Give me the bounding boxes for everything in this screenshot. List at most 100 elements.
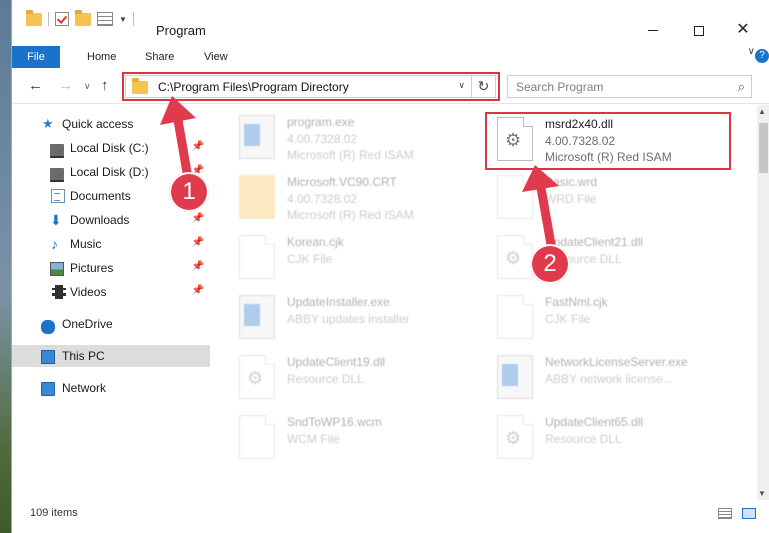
tab-share[interactable]: Share [145, 46, 174, 68]
back-arrow-icon[interactable]: ← [28, 77, 43, 94]
sidebar-item-label: OneDrive [62, 317, 113, 331]
sidebar-item-onedrive[interactable]: OneDrive [12, 313, 210, 335]
installer-icon [239, 115, 275, 159]
properties-check-icon[interactable] [55, 12, 69, 26]
new-folder-icon[interactable] [75, 9, 91, 26]
pictures-icon [50, 262, 64, 276]
scroll-thumb[interactable] [759, 123, 768, 173]
sidebar-item-label: Documents [70, 189, 131, 203]
maximize-button[interactable] [677, 20, 721, 40]
file-item[interactable]: UpdateClient19.dll Resource DLL [239, 351, 489, 411]
vertical-scrollbar[interactable]: ▲ ▼ [757, 105, 769, 500]
explorer-window: ▼ Program ✕ File Home Share View ∨ ? ← →… [11, 0, 769, 533]
folder-icon[interactable] [26, 9, 42, 26]
toolbar-divider [132, 12, 134, 26]
sidebar-item-this-pc[interactable]: This PC [12, 345, 210, 367]
properties-icon[interactable] [97, 12, 113, 26]
customize-dropdown-icon[interactable]: ▼ [119, 15, 127, 24]
file-icon [239, 235, 275, 279]
computer-icon [41, 350, 55, 364]
minimize-button[interactable] [631, 20, 675, 40]
file-item[interactable]: SndToWP16.wcm WCM File [239, 411, 489, 471]
sidebar-item-label: Videos [70, 285, 107, 299]
file-item[interactable]: FastNml.cjk CJK File [497, 291, 747, 351]
file-item[interactable]: Microsoft.VC90.CRT 4.00.7328.02 Microsof… [239, 171, 489, 231]
callout-badge-2: 2 [530, 244, 570, 284]
file-description: ABBY updates installer [287, 312, 410, 326]
address-highlight-box [122, 72, 500, 101]
file-name: Microsoft.VC90.CRT [287, 175, 397, 189]
application-icon [239, 295, 275, 339]
close-icon: ✕ [736, 21, 750, 38]
file-item[interactable]: Basic.wrd WRD File [497, 171, 747, 231]
file-name: SndToWP16.wcm [287, 415, 382, 429]
large-icons-view-icon[interactable] [742, 508, 756, 519]
pin-icon[interactable]: 📌 [192, 141, 204, 152]
window-title: Program [156, 23, 206, 38]
scroll-down-icon[interactable]: ▼ [758, 489, 766, 498]
music-icon: ♪ [51, 236, 58, 252]
file-icon [497, 295, 533, 339]
tab-file[interactable]: File [12, 46, 60, 68]
sidebar-item-label: This PC [62, 349, 105, 363]
file-name: UpdateInstaller.exe [287, 295, 390, 309]
file-name: Korean.cjk [287, 235, 344, 249]
callout-badge-1: 1 [169, 172, 209, 212]
file-item[interactable]: UpdateClient65.dll Resource DLL [497, 411, 747, 471]
search-icon[interactable]: ⌕ [738, 79, 745, 95]
file-name: Basic.wrd [545, 175, 598, 189]
sidebar-item-label: Music [70, 237, 102, 251]
cloud-icon [41, 320, 55, 334]
sidebar-item-music[interactable]: ♪ Music 📌 [12, 233, 210, 255]
document-icon [51, 189, 65, 203]
minimize-icon [648, 30, 658, 32]
file-name: FastNml.cjk [545, 295, 608, 309]
tab-home[interactable]: Home [87, 46, 116, 68]
file-company: Microsoft (R) Red ISAM [287, 148, 414, 162]
sidebar-item-downloads[interactable]: ⬇ Downloads 📌 [12, 209, 210, 231]
file-name: UpdateClient19.dll [287, 355, 386, 369]
file-item[interactable]: program.exe 4.00.7328.02 Microsoft (R) R… [239, 111, 489, 171]
sidebar-item-videos[interactable]: Videos 📌 [12, 281, 210, 303]
file-company: Microsoft (R) Red ISAM [287, 208, 414, 222]
pin-icon[interactable]: 📌 [192, 237, 204, 248]
scroll-up-icon[interactable]: ▲ [758, 107, 766, 116]
file-highlight-box [485, 112, 731, 170]
pin-icon[interactable]: 📌 [192, 261, 204, 272]
dll-icon [497, 235, 533, 279]
pin-icon[interactable]: 📌 [192, 285, 204, 296]
status-bar: 109 items [12, 502, 769, 526]
sidebar-item-label: Downloads [70, 213, 130, 227]
search-placeholder: Search Program [516, 80, 604, 94]
file-description: ABBY network license... [545, 372, 673, 386]
file-version: 4.00.7328.02 [287, 192, 358, 206]
ribbon-tabs: File Home Share View ∨ ? [12, 46, 769, 68]
search-input[interactable]: Search Program ⌕ [507, 75, 752, 98]
forward-arrow-icon[interactable]: → [58, 77, 73, 94]
file-item[interactable]: NetworkLicenseServer.exe ABBY network li… [497, 351, 747, 411]
sidebar-item-quick-access[interactable]: ★ Quick access [12, 113, 210, 135]
sidebar-item-network[interactable]: Network [12, 377, 210, 399]
file-name: UpdateClient65.dll [545, 415, 644, 429]
help-icon[interactable]: ? [755, 49, 769, 63]
details-view-icon[interactable] [718, 508, 732, 519]
sidebar-item-pictures[interactable]: Pictures 📌 [12, 257, 210, 279]
file-type: CJK File [287, 252, 333, 266]
sidebar-item-local-disk-c[interactable]: Local Disk (C:) 📌 [12, 137, 210, 159]
item-count: 109 items [30, 507, 78, 519]
close-button[interactable]: ✕ [721, 20, 765, 40]
file-item[interactable]: Korean.cjk CJK File [239, 231, 489, 291]
toolbar-divider [48, 12, 49, 26]
recent-locations-icon[interactable]: ∨ [84, 81, 91, 92]
file-version: 4.00.7328.02 [287, 132, 358, 146]
address-row: ← → ∨ ↑ C:\Program Files\Program Directo… [12, 70, 769, 104]
pin-icon[interactable]: 📌 [192, 213, 204, 224]
star-icon: ★ [42, 116, 54, 131]
tab-view[interactable]: View [204, 46, 228, 68]
expand-ribbon-icon[interactable]: ∨ [748, 46, 755, 57]
up-arrow-icon[interactable]: ↑ [101, 77, 109, 94]
file-type: WRD File [545, 192, 597, 206]
file-type: Resource DLL [545, 432, 622, 446]
file-item[interactable]: UpdateInstaller.exe ABBY updates install… [239, 291, 489, 351]
file-type: CJK File [545, 312, 591, 326]
